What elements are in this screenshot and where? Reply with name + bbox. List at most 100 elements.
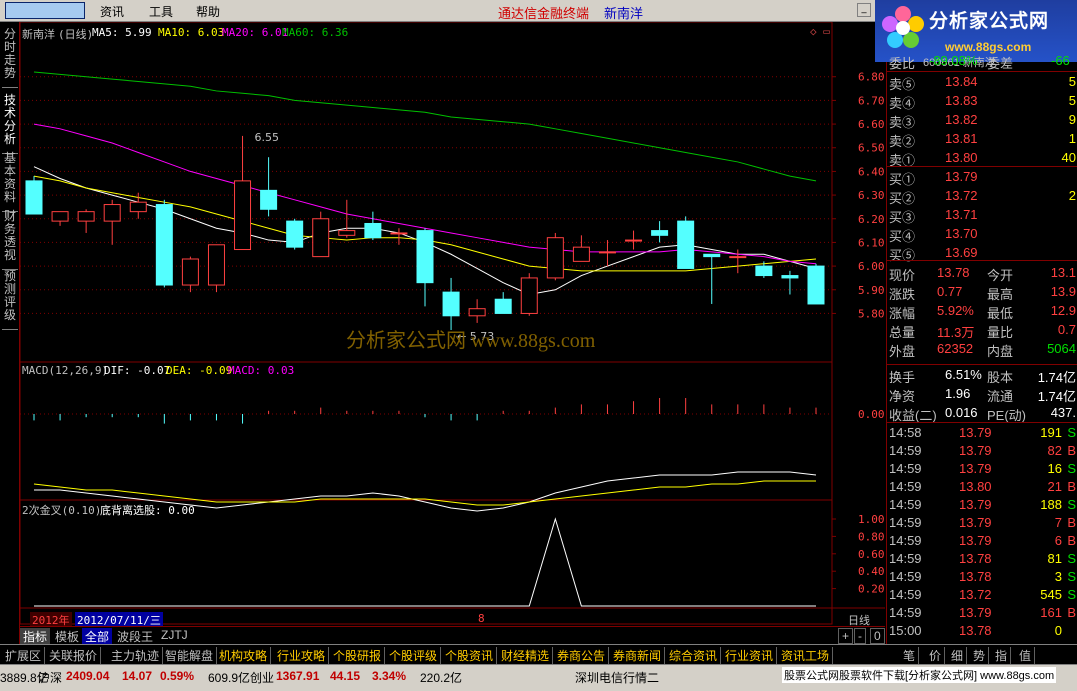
- stat-row-2: 收益(二) 0.016 PE(动) 437.: [887, 404, 1077, 423]
- quote-tab[interactable]: 笔: [900, 647, 920, 664]
- quote-tab[interactable]: 势: [970, 647, 990, 664]
- menu-item-tools[interactable]: 工具: [149, 3, 173, 20]
- info-tab[interactable]: 主力轨迹: [108, 647, 164, 664]
- candle-body: [677, 220, 695, 269]
- buy-row: 买② 13.72 2: [887, 187, 1077, 206]
- tick-price: 13.79: [959, 515, 992, 530]
- macd-value: MACD: 0.03: [228, 364, 295, 377]
- tab-template[interactable]: 模板: [52, 628, 82, 644]
- info-tab[interactable]: 券商新闻: [610, 647, 666, 664]
- tick-price: 13.79: [959, 497, 992, 512]
- tick-time: 14:59: [889, 515, 922, 530]
- buy-label: 买⑤: [889, 248, 916, 263]
- tab-fundamentals[interactable]: 基本资料: [2, 148, 18, 212]
- stat-value: 11.3万: [937, 325, 975, 340]
- tab-financials[interactable]: 财务透视: [2, 206, 18, 270]
- tick-volume: 188: [1040, 497, 1062, 512]
- tab-technical[interactable]: 技术分析: [2, 90, 18, 154]
- weibi-row: 委比 -89.08% 委差 -66: [887, 52, 1077, 71]
- quote-tab[interactable]: 指: [992, 647, 1012, 664]
- info-tab[interactable]: 个股资讯: [442, 647, 498, 664]
- candle-body: [234, 180, 252, 251]
- y-tick-label-3: 6.50: [858, 142, 885, 155]
- tick-time: 14:59: [889, 533, 922, 548]
- info-tab[interactable]: 券商公告: [554, 647, 610, 664]
- panel-options-icon[interactable]: ◇ ▭: [810, 25, 830, 38]
- tick-flag: S: [1067, 425, 1076, 440]
- tab-zjtj[interactable]: ZJTJ: [158, 628, 191, 644]
- info-tab[interactable]: 智能解盘: [162, 647, 218, 664]
- sell-row: 卖⑤ 13.84 5: [887, 73, 1077, 92]
- quote-tab[interactable]: 值: [1016, 647, 1036, 664]
- tab-wave-king[interactable]: 波段王: [114, 628, 156, 644]
- candle-body: [546, 237, 564, 279]
- sell-price: 13.81: [945, 131, 978, 146]
- menu-item-news[interactable]: 资讯: [100, 3, 124, 20]
- candle-body: [364, 222, 382, 239]
- zoom-out-button[interactable]: -: [854, 628, 866, 644]
- sell-row: 卖① 13.80 40: [887, 149, 1077, 168]
- tick-time: 14:59: [889, 461, 922, 476]
- sell-label: 卖④: [889, 96, 916, 111]
- quote-tab[interactable]: 细: [948, 647, 968, 664]
- tick-flag: S: [1067, 587, 1076, 602]
- stat-value: 13.78: [937, 265, 970, 280]
- minimize-button[interactable]: _: [857, 3, 871, 17]
- tab-all[interactable]: 全部: [82, 628, 113, 644]
- y-tick-label-0: 6.80: [858, 71, 885, 84]
- stat-label: 最低: [987, 306, 1014, 321]
- server-name[interactable]: 深圳电信行情二: [575, 669, 659, 686]
- tick-time: 14:58: [889, 425, 922, 440]
- stat-value: 437.: [1050, 405, 1076, 420]
- stat-value: 13.1: [1050, 265, 1076, 280]
- tick-row: 15:00 13.78 0: [887, 622, 1077, 640]
- tick-row: 14:59 13.78 81 S: [887, 550, 1077, 568]
- candle-body: [520, 277, 538, 314]
- info-tab[interactable]: 关联报价: [46, 647, 102, 664]
- candle-body: [390, 232, 408, 235]
- sell-label: 卖⑤: [889, 77, 916, 92]
- info-tab[interactable]: 机构攻略: [216, 647, 272, 664]
- info-tab[interactable]: 个股研报: [330, 647, 386, 664]
- buy-price: 13.69: [945, 245, 978, 260]
- info-tab[interactable]: 行业资讯: [722, 647, 778, 664]
- sh-label: 沪深: [38, 671, 63, 685]
- buy-volume: 2: [1068, 188, 1076, 203]
- candle-body: [468, 308, 486, 317]
- buy-price: 13.71: [945, 207, 978, 222]
- tick-row: 14:59 13.79 6 B: [887, 532, 1077, 550]
- candle-body: [286, 220, 304, 248]
- info-tab[interactable]: 个股评级: [386, 647, 442, 664]
- info-tab[interactable]: 行业攻略: [274, 647, 330, 664]
- candle-body: [155, 204, 173, 286]
- tick-time: 14:59: [889, 551, 922, 566]
- quote-panel: 600661 新南洋 委比 -89.08% 委差 -66 卖⑤ 13.84 5 卖④ 1…: [886, 53, 1077, 644]
- info-tab[interactable]: 扩展区: [2, 647, 46, 664]
- search-box[interactable]: [5, 2, 85, 19]
- sell-label: 卖②: [889, 134, 916, 149]
- buy-row: 买④ 13.70: [887, 225, 1077, 244]
- buy-price: 13.79: [945, 169, 978, 184]
- tick-time: 14:59: [889, 587, 922, 602]
- chart-area[interactable]: 6.80 6.70 6.60 6.50 6.40 6.30 6.20 6.10 6.00 5.90…: [20, 22, 885, 644]
- info-tab[interactable]: 综合资讯: [666, 647, 722, 664]
- tick-price: 13.79: [959, 533, 992, 548]
- tick-volume: 6: [1054, 533, 1062, 548]
- sell-volume: 1: [1068, 131, 1076, 146]
- ad-banner[interactable]: 股票公式网股票软件下载[分析家公式网] www.88gs.com: [782, 667, 1057, 683]
- logo-text: 分析家公式网: [929, 11, 1050, 32]
- tab-indicator[interactable]: 指标: [20, 628, 51, 644]
- quote-tab[interactable]: 价: [926, 647, 946, 664]
- tick-time: 14:59: [889, 479, 922, 494]
- stat-row: 总量 11.3万 量比 0.7: [887, 321, 1077, 340]
- info-tab[interactable]: 资讯工场: [778, 647, 834, 664]
- stock-name-title: 新南洋: [604, 6, 644, 21]
- menu-item-help[interactable]: 帮助: [196, 3, 220, 20]
- info-tab[interactable]: 财经精选: [498, 647, 554, 664]
- tab-intraday[interactable]: 分时走势: [2, 24, 18, 88]
- candle-body: [181, 258, 199, 286]
- reset-button[interactable]: 0: [870, 628, 885, 644]
- tab-rating[interactable]: 预测评级: [2, 266, 18, 330]
- watermark: 分析家公式网 www.88gs.com: [346, 330, 596, 352]
- zoom-in-button[interactable]: +: [838, 628, 854, 644]
